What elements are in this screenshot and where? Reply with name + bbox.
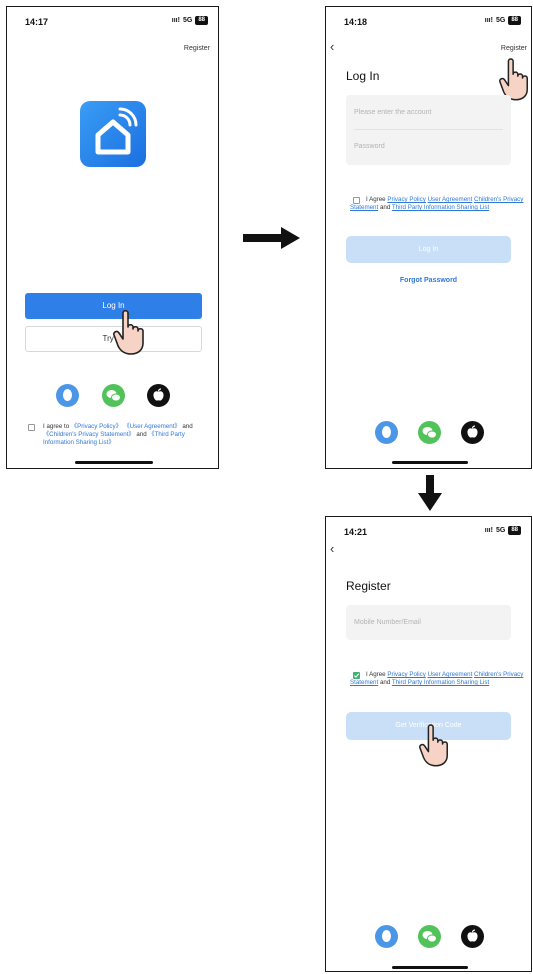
signal-icon: ııı! (171, 17, 180, 24)
qq-icon (382, 426, 391, 438)
status-indicators: ııı! 5G 88 (172, 16, 208, 25)
screen-login: 14:18 ııı! 5G 88 ‹ Register Log In Pleas… (325, 6, 532, 469)
third-party-link[interactable]: Third Party Information Sharing List (392, 204, 489, 211)
third-party-link[interactable]: Third Party Information Sharing List (392, 679, 489, 686)
login-form: Please enter the account Password (346, 95, 511, 165)
apple-login-button[interactable] (461, 925, 484, 948)
apple-icon (153, 388, 164, 401)
smart-home-icon (80, 101, 146, 167)
apple-icon (467, 929, 478, 942)
pointer-hand-icon (419, 724, 448, 767)
apple-login-button[interactable] (461, 421, 484, 444)
user-agreement-link[interactable]: 《User Agreement》 (124, 423, 181, 430)
wechat-login-button[interactable] (418, 925, 441, 948)
children-privacy-link[interactable]: 《Children's Privacy Statement》 (43, 431, 135, 438)
battery-icon: 88 (508, 16, 521, 25)
wechat-icon (422, 931, 437, 943)
wechat-icon (422, 427, 437, 439)
status-indicators: ııı! 5G 88 (485, 526, 521, 535)
qq-icon (63, 389, 72, 401)
network-label: 5G (495, 17, 506, 24)
status-indicators: ııı! 5G 88 (485, 16, 521, 25)
home-indicator (392, 461, 468, 464)
page-title: Log In (346, 69, 380, 83)
status-time: 14:18 (344, 17, 368, 27)
signal-icon: ııı! (484, 527, 493, 534)
screen-register: 14:21 ııı! 5G 88 ‹ Register Mobile Numbe… (325, 516, 532, 972)
home-indicator (75, 461, 153, 464)
status-time: 14:17 (25, 17, 49, 27)
login-button[interactable]: Log In (346, 236, 511, 263)
privacy-policy-link[interactable]: Privacy Policy (387, 671, 426, 678)
agreement-text: I Agree Privacy Policy User Agreement Ch… (350, 671, 524, 686)
status-time: 14:21 (344, 527, 368, 537)
account-input[interactable]: Please enter the account (354, 109, 431, 116)
back-chevron-icon[interactable]: ‹ (330, 39, 334, 54)
agreement-text: I agree to 《Privacy Policy》 《User Agreem… (43, 423, 193, 446)
network-label: 5G (182, 17, 193, 24)
register-form: Mobile Number/Email (346, 605, 511, 640)
home-indicator (392, 966, 468, 969)
privacy-policy-link[interactable]: Privacy Policy (387, 196, 426, 203)
back-chevron-icon[interactable]: ‹ (330, 541, 334, 556)
pointer-hand-icon (113, 309, 144, 355)
arrow-down-icon (418, 475, 442, 511)
privacy-policy-link[interactable]: 《Privacy Policy》 (71, 423, 122, 430)
mobile-email-input[interactable]: Mobile Number/Email (354, 619, 421, 626)
agree-checkbox[interactable] (28, 424, 35, 431)
password-input[interactable]: Password (354, 143, 385, 150)
qq-login-button[interactable] (375, 925, 398, 948)
apple-icon (467, 425, 478, 438)
network-label: 5G (495, 527, 506, 534)
wechat-icon (106, 390, 121, 402)
register-link[interactable]: Register (184, 45, 210, 52)
login-button-label: Log In (418, 246, 439, 253)
signal-icon: ııı! (484, 17, 493, 24)
screen-welcome: 14:17 ııı! 5G 88 Register Log In Try as … (6, 6, 219, 469)
apple-login-button[interactable] (147, 384, 170, 407)
battery-icon: 88 (195, 16, 208, 25)
agreement-text: I Agree Privacy Policy User Agreement Ch… (350, 196, 524, 211)
register-link[interactable]: Register (501, 45, 527, 52)
user-agreement-link[interactable]: User Agreement (428, 196, 473, 203)
wechat-login-button[interactable] (418, 421, 441, 444)
forgot-password-link[interactable]: Forgot Password (326, 277, 531, 284)
wechat-login-button[interactable] (102, 384, 125, 407)
battery-icon: 88 (508, 526, 521, 535)
qq-login-button[interactable] (375, 421, 398, 444)
user-agreement-link[interactable]: User Agreement (428, 671, 473, 678)
qq-login-button[interactable] (56, 384, 79, 407)
divider (354, 129, 503, 130)
page-title: Register (346, 579, 391, 593)
qq-icon (382, 930, 391, 942)
arrow-right-icon (243, 227, 300, 249)
